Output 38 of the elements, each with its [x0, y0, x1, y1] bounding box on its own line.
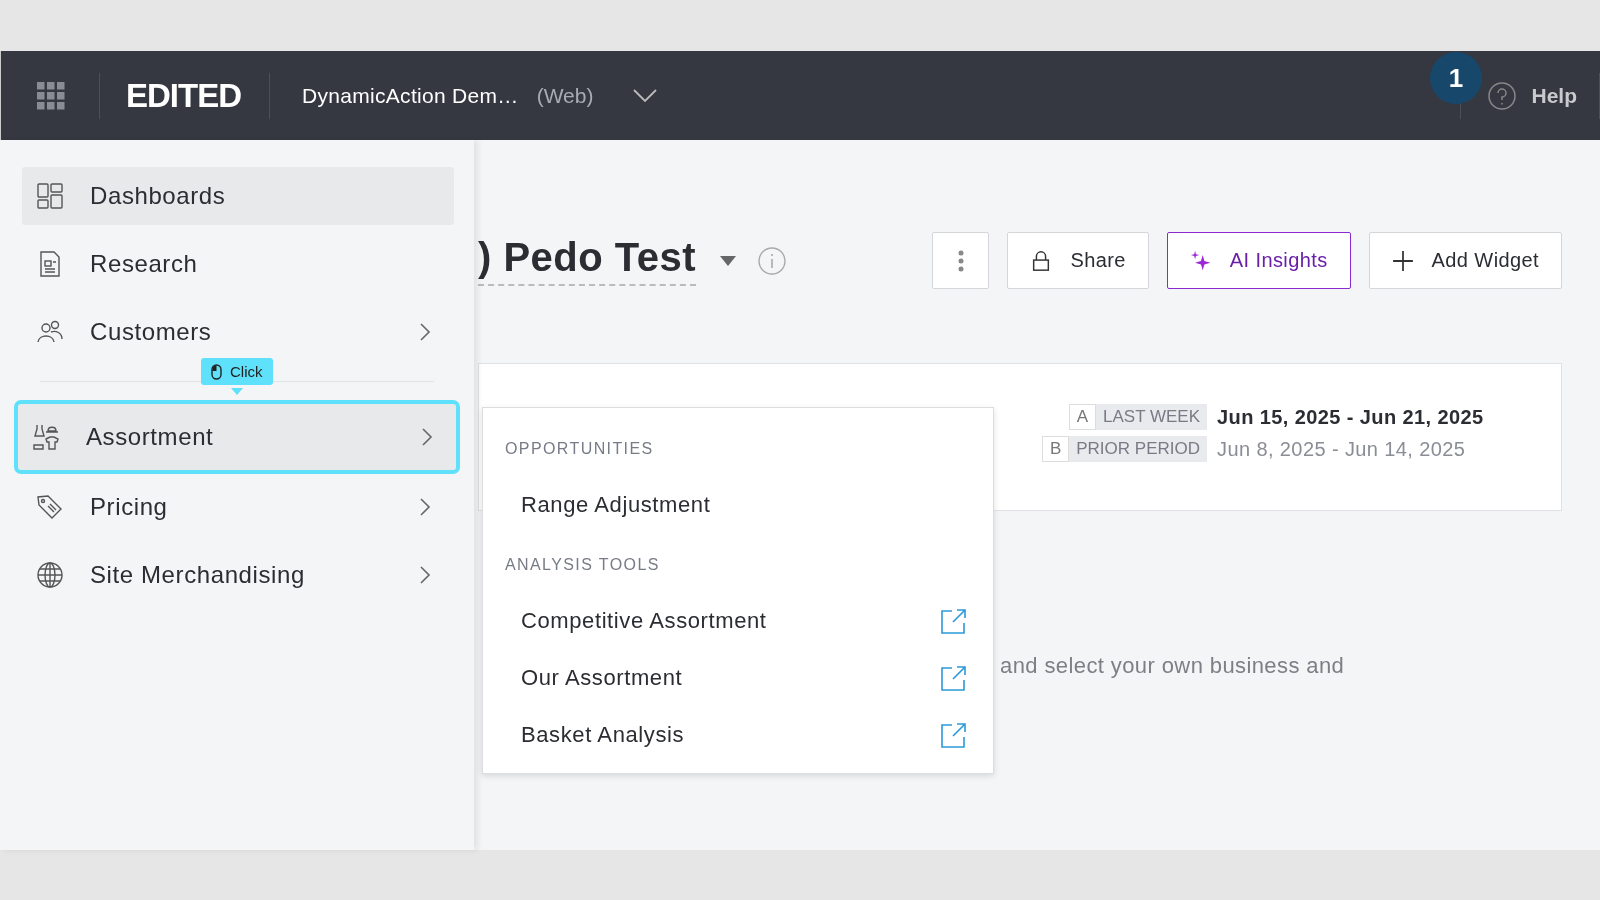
logo[interactable]: EDITED — [126, 76, 241, 115]
section-heading: OPPORTUNITIES — [504, 439, 655, 459]
app-grid-icon[interactable] — [37, 81, 65, 110]
nav-item[interactable]: Research — [22, 235, 454, 293]
info-icon[interactable] — [758, 246, 787, 275]
ai-button[interactable]: AI Insights — [1166, 232, 1351, 289]
clothing-icon — [32, 423, 60, 451]
section-heading: ANALYSIS TOOLS — [504, 555, 661, 575]
date-range: Jun 8, 2025 - Jun 14, 2025 — [1217, 437, 1467, 461]
menu-item[interactable]: Basket Analysis — [483, 706, 993, 763]
date-range: Jun 15, 2025 - Jun 21, 2025 — [1217, 405, 1485, 429]
help-link[interactable]: Help — [1531, 83, 1577, 108]
globe-icon — [36, 561, 64, 589]
menu-item[interactable]: Range Adjustment — [483, 476, 993, 533]
nav-item[interactable]: Dashboards — [22, 167, 454, 225]
platform-label: (Web) — [536, 83, 594, 108]
description-text: and select your own business and — [1000, 653, 1346, 679]
nav-item[interactable]: Pricing — [22, 478, 454, 536]
workspace-name[interactable]: DynamicAction Dem… — [302, 83, 519, 108]
caret-icon[interactable] — [720, 255, 737, 266]
period-tag: A LAST WEEK — [1068, 404, 1207, 430]
dashboard-title[interactable]: ) Pedo Test — [478, 235, 697, 286]
add-button[interactable]: Add Widget — [1368, 232, 1562, 289]
mouse-icon — [211, 363, 222, 380]
help-icon[interactable] — [1487, 80, 1518, 111]
period-tag: B PRIOR PERIOD — [1041, 436, 1207, 462]
price-tag-icon — [36, 493, 64, 521]
plus-icon — [1391, 249, 1414, 272]
dashboard-icon — [36, 182, 64, 210]
share-button[interactable]: Share — [1007, 232, 1149, 289]
vertical-dots-icon — [957, 249, 964, 272]
tooltip-pointer — [231, 388, 243, 395]
menu-item[interactable]: Our Assortment — [483, 649, 993, 706]
nav-item[interactable]: Customers — [22, 303, 454, 361]
nav-item[interactable]: Site Merchandising — [22, 546, 454, 604]
chevron-down-icon[interactable] — [633, 88, 658, 103]
menu-item[interactable]: Competitive Assortment — [483, 592, 993, 649]
click-tooltip: Click — [201, 358, 273, 385]
